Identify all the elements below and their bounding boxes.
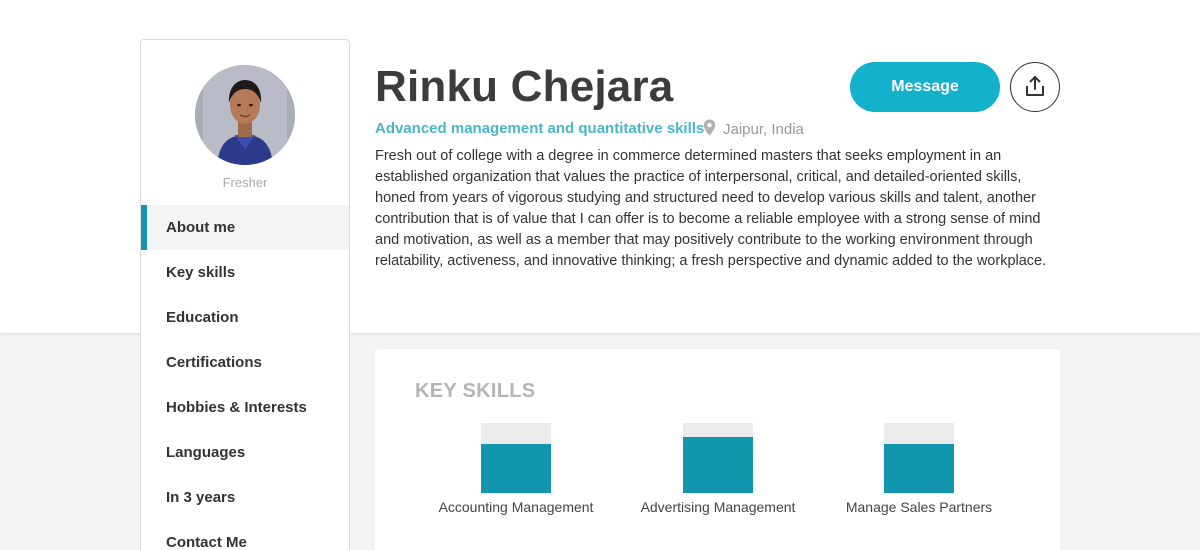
skill-label: Advertising Management — [640, 499, 796, 515]
skill-bar-fill — [481, 444, 551, 493]
skill-item-accounting-management: Accounting Management — [416, 423, 616, 515]
skill-bar-track — [683, 423, 753, 493]
skill-item-manage-sales-partners: Manage Sales Partners — [819, 423, 1019, 515]
profile-location: Jaipur, India — [703, 119, 804, 140]
location-text: Jaipur, India — [723, 121, 804, 138]
nav-item-key-skills[interactable]: Key skills — [141, 250, 349, 295]
skill-bar-fill — [884, 444, 954, 493]
share-button[interactable] — [1010, 62, 1060, 112]
avatar — [195, 65, 295, 165]
profile-name: Rinku Chejara — [375, 62, 674, 111]
key-skills-title: KEY SKILLS — [415, 380, 536, 402]
skill-bar-track — [884, 423, 954, 493]
profile-bio: Fresh out of college with a degree in co… — [375, 148, 1047, 269]
skill-item-advertising-management: Advertising Management — [618, 423, 818, 515]
nav-item-contact-me[interactable]: Contact Me — [141, 520, 349, 550]
share-upload-icon — [1025, 75, 1045, 100]
profile-nav: About me Key skills Education Certificat… — [141, 205, 349, 550]
key-skills-card: KEY SKILLS Accounting Management Adverti… — [375, 349, 1060, 550]
skill-label: Accounting Management — [438, 499, 594, 515]
nav-item-languages[interactable]: Languages — [141, 430, 349, 475]
profile-sidebar: Fresher About me Key skills Education Ce… — [140, 39, 350, 550]
profile-headline: Advanced management and quantitative ski… — [375, 120, 705, 137]
nav-item-hobbies-interests[interactable]: Hobbies & Interests — [141, 385, 349, 430]
nav-item-certifications[interactable]: Certifications — [141, 340, 349, 385]
skill-bar-track — [481, 423, 551, 493]
nav-item-about-me[interactable]: About me — [141, 205, 349, 250]
message-button[interactable]: Message — [850, 62, 1000, 112]
experience-level: Fresher — [222, 175, 268, 190]
nav-item-in-3-years[interactable]: In 3 years — [141, 475, 349, 520]
skill-label: Manage Sales Partners — [845, 499, 993, 515]
map-pin-icon — [703, 119, 716, 140]
skill-bar-fill — [683, 437, 753, 493]
nav-item-education[interactable]: Education — [141, 295, 349, 340]
